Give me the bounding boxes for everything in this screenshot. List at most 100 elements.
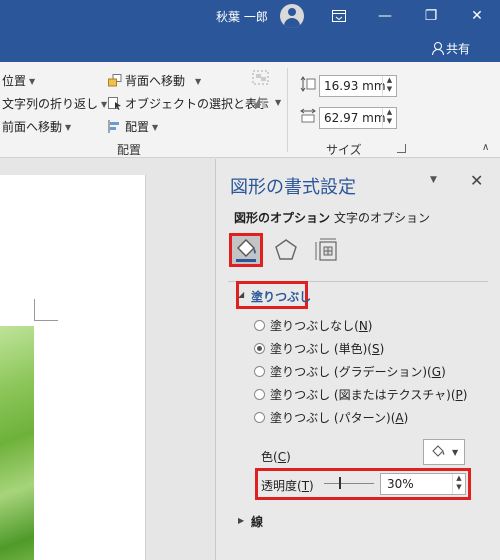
tab-bar: 共有 [0,32,500,62]
access-key: N [358,319,368,333]
selection-pane-icon [108,97,121,110]
radio-picture-fill[interactable]: 塗りつぶし (図またはテクスチャ)(P) [254,386,467,403]
align-label: 配置 [125,120,150,134]
chevron-down-icon: ▼ [275,98,282,107]
title-bar: 秋葉 一郎 — ❐ ✕ [0,0,500,32]
selection-pane-button[interactable]: オブジェクトの選択と表示 [108,95,269,112]
position-label: 位置 [2,74,27,88]
ribbon-display-icon [332,10,346,22]
radio-button[interactable] [254,366,265,377]
transparency-slider-thumb[interactable] [339,477,341,489]
user-name[interactable]: 秋葉 一郎 [216,8,268,25]
person-icon [432,42,444,55]
access-key: T [301,479,310,493]
transparency-value: 30% [387,477,414,491]
expand-triangle-icon[interactable]: ◢ [238,290,244,299]
shape-height-input[interactable]: 16.93 mm ▲ ▼ [319,75,397,97]
transparency-slider[interactable] [324,483,374,484]
radio-gradient-fill[interactable]: 塗りつぶし (グラデーション)(G) [254,363,446,380]
avatar[interactable] [280,4,304,28]
paren: ) [441,365,446,379]
size-properties-category[interactable] [312,236,346,270]
rotate-icon[interactable] [252,94,270,110]
effects-pentagon-icon [275,239,297,260]
format-shape-pane: 図形の書式設定 ▼ ✕ 図形のオプション 文字のオプション ◢ 塗りつぶし 塗り… [215,159,500,560]
spin-arrows-icon[interactable]: ▲ ▼ [382,108,396,128]
bring-forward-label: 前面へ移動 [2,120,63,134]
option-label: 塗りつぶし (パターン)( [270,411,396,425]
margin-marker [34,320,58,321]
chevron-down-icon: ▼ [195,77,202,86]
pane-close-icon[interactable]: ✕ [470,171,483,190]
paren: ) [309,479,314,493]
radio-button[interactable] [254,343,265,354]
access-key: G [431,365,442,379]
size-properties-icon [315,238,337,261]
line-section-header[interactable]: 線 [251,513,263,530]
shape-width-value: 62.97 mm [324,111,386,125]
wrap-text-label: 文字列の折り返し [2,97,99,111]
option-label: 塗りつぶし (単色)( [270,342,372,356]
chevron-down-icon: ▼ [65,123,72,132]
chevron-down-icon: ▼ [152,123,159,132]
paren: ) [462,388,468,402]
bring-forward-button[interactable]: 前面へ移動 ▼ [2,118,71,135]
share-label: 共有 [446,42,471,56]
radio-pattern-fill[interactable]: 塗りつぶし (パターン)(A) [254,409,408,426]
fill-line-category[interactable] [229,233,263,267]
chevron-down-icon: ▼ [452,448,459,457]
position-button[interactable]: 位置 ▼ [2,72,35,89]
transparency-input[interactable]: 30% ▲ ▼ [380,473,466,495]
group-objects-icon[interactable] [252,70,270,86]
radio-button[interactable] [254,320,265,331]
paren: ) [403,411,409,425]
send-backward-icon [108,74,122,87]
close-button[interactable]: ✕ [454,0,500,32]
spin-arrows-icon[interactable]: ▲ ▼ [382,76,396,96]
pane-title: 図形の書式設定 [230,177,356,198]
tab-shape-options[interactable]: 図形のオプション [234,209,330,226]
align-icon [108,120,119,133]
restore-button[interactable]: ❐ [408,0,454,32]
document-area [0,159,215,560]
fill-section-header[interactable]: 塗りつぶし [251,288,311,305]
spin-arrows-icon[interactable]: ▲ ▼ [452,474,465,494]
radio-button[interactable] [254,412,265,423]
shape-height-value: 16.93 mm [324,79,386,93]
chevron-down-icon: ▼ [101,100,108,109]
paint-bucket-icon [432,445,445,457]
image-shape[interactable] [0,326,34,560]
radio-button[interactable] [254,389,265,400]
document-page[interactable] [0,175,146,560]
paren: ) [367,319,373,333]
size-dialog-launcher-icon[interactable] [397,144,406,153]
minimize-button[interactable]: — [362,0,408,32]
share-button[interactable]: 共有 [432,40,470,57]
margin-marker [34,299,35,321]
group-separator [287,68,288,152]
color-label: 色(C) [261,448,291,465]
fill-color-button[interactable]: ▼ [423,439,465,465]
collapse-ribbon-icon[interactable]: ∧ [482,142,489,153]
wrap-text-button[interactable]: 文字列の折り返し ▼ [2,95,107,112]
option-label: 塗りつぶし (図またはテクスチャ)( [270,388,456,402]
pane-options-icon[interactable]: ▼ [430,175,437,185]
radio-no-fill[interactable]: 塗りつぶしなし(N) [254,317,372,334]
transparency-label: 透明度(T) [261,477,314,494]
send-backward-button[interactable]: 背面へ移動 ▼ [108,72,201,89]
option-label: 塗りつぶし (グラデーション)( [270,365,432,379]
option-label: 塗りつぶしなし( [270,319,359,333]
shape-width-input[interactable]: 62.97 mm ▲ ▼ [319,107,397,129]
fill-line-icon [236,239,256,262]
paren: ) [379,342,385,356]
access-key: A [395,411,404,425]
access-key: P [455,388,463,402]
chevron-down-icon: ▼ [29,77,36,86]
collapse-triangle-icon[interactable]: ▶ [238,516,244,525]
arrange-group-label: 配置 [117,143,142,157]
effects-category[interactable] [272,236,306,270]
ribbon-display-options-button[interactable] [316,0,362,32]
align-button[interactable]: 配置 ▼ [108,118,158,135]
radio-solid-fill[interactable]: 塗りつぶし (単色)(S) [254,340,384,357]
tab-text-options[interactable]: 文字のオプション [334,209,430,226]
